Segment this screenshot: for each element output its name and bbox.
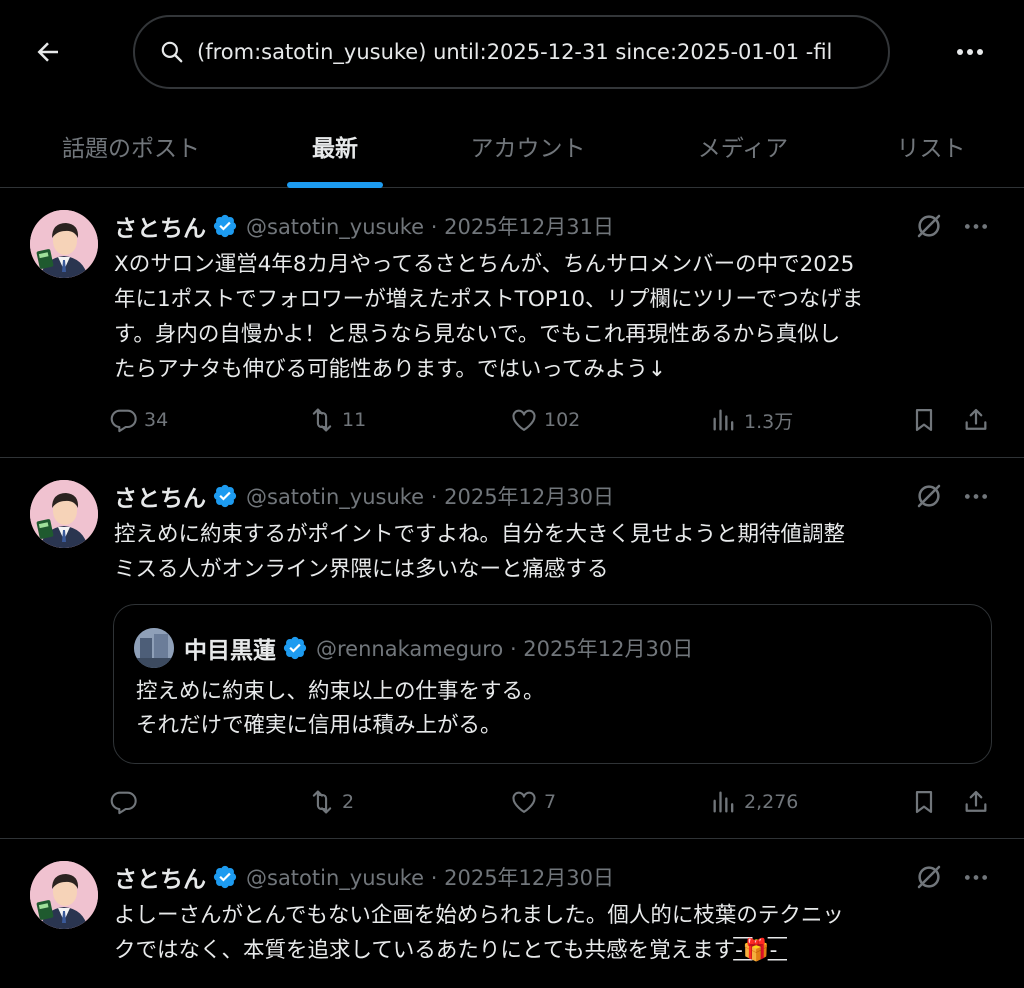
repost-button[interactable]: 2 bbox=[308, 782, 354, 822]
view-count: 1.3万 bbox=[744, 410, 794, 433]
search-icon bbox=[161, 41, 183, 63]
heart-icon bbox=[510, 788, 538, 816]
tab-label: 話題のポスト bbox=[62, 136, 200, 162]
author-handle-date[interactable]: @satotin_yusuke · 2025年12月30日 bbox=[246, 481, 614, 511]
grok-button[interactable] bbox=[912, 479, 946, 513]
grok-icon bbox=[914, 211, 944, 241]
verified-badge-icon bbox=[212, 483, 238, 509]
quoted-author-handle-date[interactable]: @rennakameguro · 2025年12月30日 bbox=[316, 633, 693, 663]
post-actions: 2 7 2,276 bbox=[110, 782, 1000, 822]
share-button[interactable] bbox=[962, 400, 990, 440]
post-more-button[interactable] bbox=[958, 860, 994, 894]
post-header: さとちん @satotin_yusuke · 2025年12月30日 bbox=[114, 860, 614, 894]
arrow-left-icon bbox=[37, 42, 58, 62]
tab-label: 最新 bbox=[312, 136, 358, 162]
author-handle-date[interactable]: @satotin_yusuke · 2025年12月31日 bbox=[246, 211, 614, 241]
verified-badge-icon bbox=[212, 213, 238, 239]
header bbox=[0, 0, 1024, 104]
search-input[interactable] bbox=[197, 40, 887, 64]
views-chart-icon bbox=[710, 406, 738, 434]
post[interactable]: さとちん @satotin_yusuke · 2025年12月30日 よしーさん… bbox=[0, 840, 1024, 988]
post-text: Xのサロン運営4年8カ月やってるさとちんが、ちんサロメンバーの中で2025 年に… bbox=[114, 252, 864, 382]
author-name[interactable]: さとちん bbox=[114, 860, 206, 894]
tab-label: リスト bbox=[896, 136, 966, 162]
views-button[interactable]: 1.3万 bbox=[710, 400, 793, 440]
more-horizontal-icon bbox=[963, 222, 989, 231]
bookmark-button[interactable] bbox=[910, 400, 938, 440]
tab-accounts[interactable]: アカウント bbox=[408, 104, 648, 188]
view-count: 2,276 bbox=[744, 791, 799, 813]
heart-icon bbox=[510, 406, 538, 434]
verified-badge-icon bbox=[212, 864, 238, 890]
author-handle-date[interactable]: @satotin_yusuke · 2025年12月30日 bbox=[246, 862, 614, 892]
author-name[interactable]: さとちん bbox=[114, 479, 206, 513]
share-button[interactable] bbox=[962, 782, 990, 822]
post-actions: 34 11 102 1.3万 bbox=[110, 400, 1000, 440]
tab-label: メディア bbox=[697, 136, 789, 162]
repost-button[interactable]: 11 bbox=[308, 400, 366, 440]
reply-count: 34 bbox=[144, 409, 169, 431]
avatar[interactable] bbox=[30, 480, 98, 548]
search-bar[interactable] bbox=[133, 15, 890, 89]
like-count: 7 bbox=[544, 791, 557, 813]
post-header: さとちん @satotin_yusuke · 2025年12月30日 bbox=[114, 479, 614, 513]
tab-latest[interactable]: 最新 bbox=[262, 104, 408, 188]
grok-icon bbox=[914, 481, 944, 511]
reply-button[interactable] bbox=[110, 782, 144, 822]
post-text: 控えめに約束するがポイントですよね。自分を大きく見せようと期待値調整 ミスる人が… bbox=[114, 522, 846, 582]
repost-count: 11 bbox=[342, 409, 367, 431]
reply-button[interactable]: 34 bbox=[110, 400, 168, 440]
bookmark-button[interactable] bbox=[910, 782, 938, 822]
reply-icon bbox=[110, 788, 138, 816]
tab-label: アカウント bbox=[470, 136, 586, 162]
share-icon bbox=[962, 788, 990, 816]
avatar[interactable] bbox=[30, 861, 98, 929]
more-options-button[interactable] bbox=[950, 34, 990, 70]
more-horizontal-icon bbox=[957, 49, 983, 55]
quoted-post-header: 中目黒蓮 @rennakameguro · 2025年12月30日 bbox=[184, 631, 693, 665]
active-tab-indicator bbox=[287, 182, 383, 188]
avatar[interactable] bbox=[30, 210, 98, 278]
bookmark-icon bbox=[910, 406, 938, 434]
quoted-post[interactable]: 中目黒蓮 @rennakameguro · 2025年12月30日 控えめに約束… bbox=[113, 604, 992, 764]
more-horizontal-icon bbox=[963, 492, 989, 501]
post-text: よしーさんがとんでもない企画を始められました。個人的に枝葉のテクニッ クではなく… bbox=[114, 903, 844, 963]
tab-lists[interactable]: リスト bbox=[838, 104, 1024, 188]
like-count: 102 bbox=[544, 409, 581, 431]
post-header: さとちん @satotin_yusuke · 2025年12月31日 bbox=[114, 209, 614, 243]
author-name[interactable]: さとちん bbox=[114, 209, 206, 243]
quoted-author-name[interactable]: 中目黒蓮 bbox=[184, 631, 276, 665]
views-button[interactable]: 2,276 bbox=[710, 782, 798, 822]
tab-bar: 話題のポスト 最新 アカウント メディア リスト bbox=[0, 104, 1024, 188]
post[interactable]: さとちん @satotin_yusuke · 2025年12月30日 控えめに約… bbox=[0, 459, 1024, 839]
tab-top-posts[interactable]: 話題のポスト bbox=[0, 104, 262, 188]
grok-button[interactable] bbox=[912, 209, 946, 243]
quoted-avatar[interactable] bbox=[134, 628, 174, 668]
verified-badge-icon bbox=[282, 635, 308, 661]
post[interactable]: さとちん @satotin_yusuke · 2025年12月31日 Xのサロン… bbox=[0, 189, 1024, 458]
views-chart-icon bbox=[710, 788, 738, 816]
back-button[interactable] bbox=[30, 34, 66, 70]
quoted-post-text: 控えめに約束し、約束以上の仕事をする。 それだけで確実に信用は積み上がる。 bbox=[136, 679, 545, 738]
bookmark-icon bbox=[910, 788, 938, 816]
repost-count: 2 bbox=[342, 791, 355, 813]
tab-media[interactable]: メディア bbox=[648, 104, 838, 188]
more-horizontal-icon bbox=[963, 873, 989, 882]
repost-icon bbox=[308, 406, 336, 434]
post-more-button[interactable] bbox=[958, 209, 994, 243]
like-button[interactable]: 102 bbox=[510, 400, 580, 440]
post-more-button[interactable] bbox=[958, 479, 994, 513]
grok-icon bbox=[914, 862, 944, 892]
repost-icon bbox=[308, 788, 336, 816]
reply-icon bbox=[110, 406, 138, 434]
share-icon bbox=[962, 406, 990, 434]
grok-button[interactable] bbox=[912, 860, 946, 894]
like-button[interactable]: 7 bbox=[510, 782, 556, 822]
